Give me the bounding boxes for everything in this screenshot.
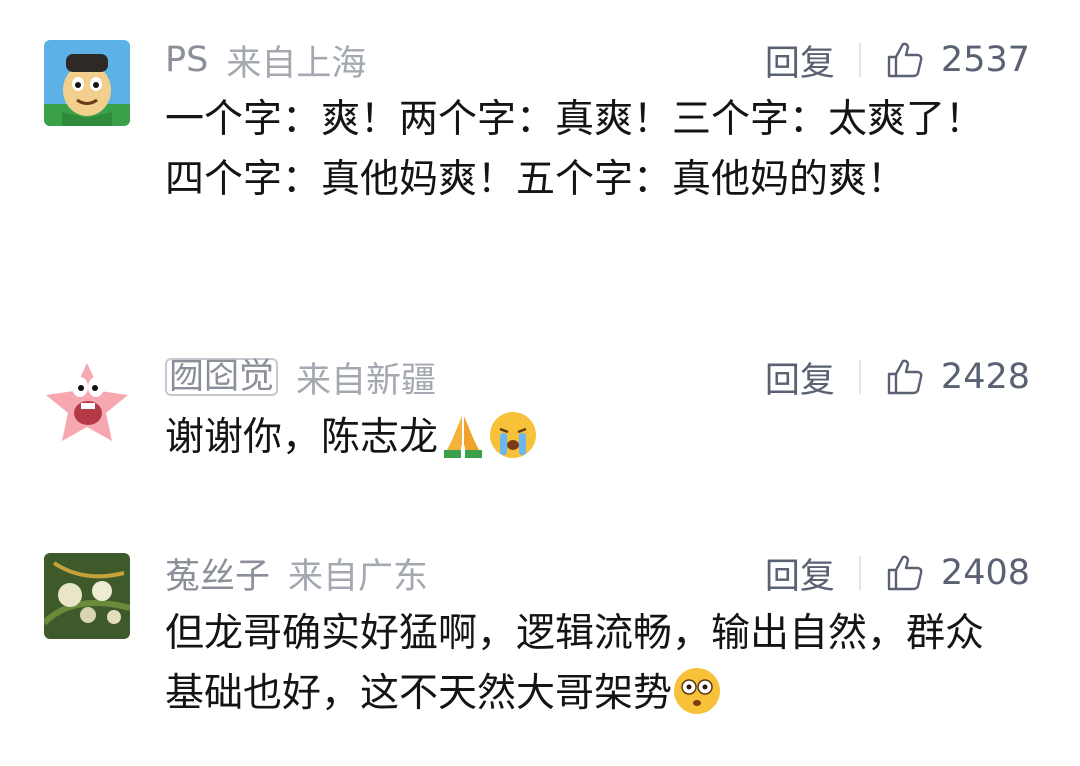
thumbs-up-icon[interactable] — [885, 553, 925, 593]
comment-actions: 回复 2408 — [765, 551, 1030, 597]
flower-plant-avatar-icon — [44, 553, 130, 639]
like-count: 2408 — [940, 553, 1030, 593]
location-label: 来自广东 — [288, 556, 429, 597]
divider — [858, 556, 861, 590]
comment-item: 菟丝子 来自广东 回复 2408 但龙哥确实好猛啊，逻辑流畅，输出自然，群众基础… — [0, 0, 1080, 766]
flushed-emoji-icon — [674, 668, 721, 714]
avatar[interactable] — [44, 553, 130, 639]
username[interactable]: 菟丝子 — [165, 548, 270, 599]
comment-text: 但龙哥确实好猛啊，逻辑流畅，输出自然，群众基础也好，这不天然大哥架势 — [165, 604, 995, 724]
reply-button[interactable]: 回复 — [765, 548, 835, 599]
comment-meta: 菟丝子 来自广东 — [165, 551, 428, 597]
comment-body: 但龙哥确实好猛啊，逻辑流畅，输出自然，群众基础也好，这不天然大哥架势 — [165, 611, 985, 716]
